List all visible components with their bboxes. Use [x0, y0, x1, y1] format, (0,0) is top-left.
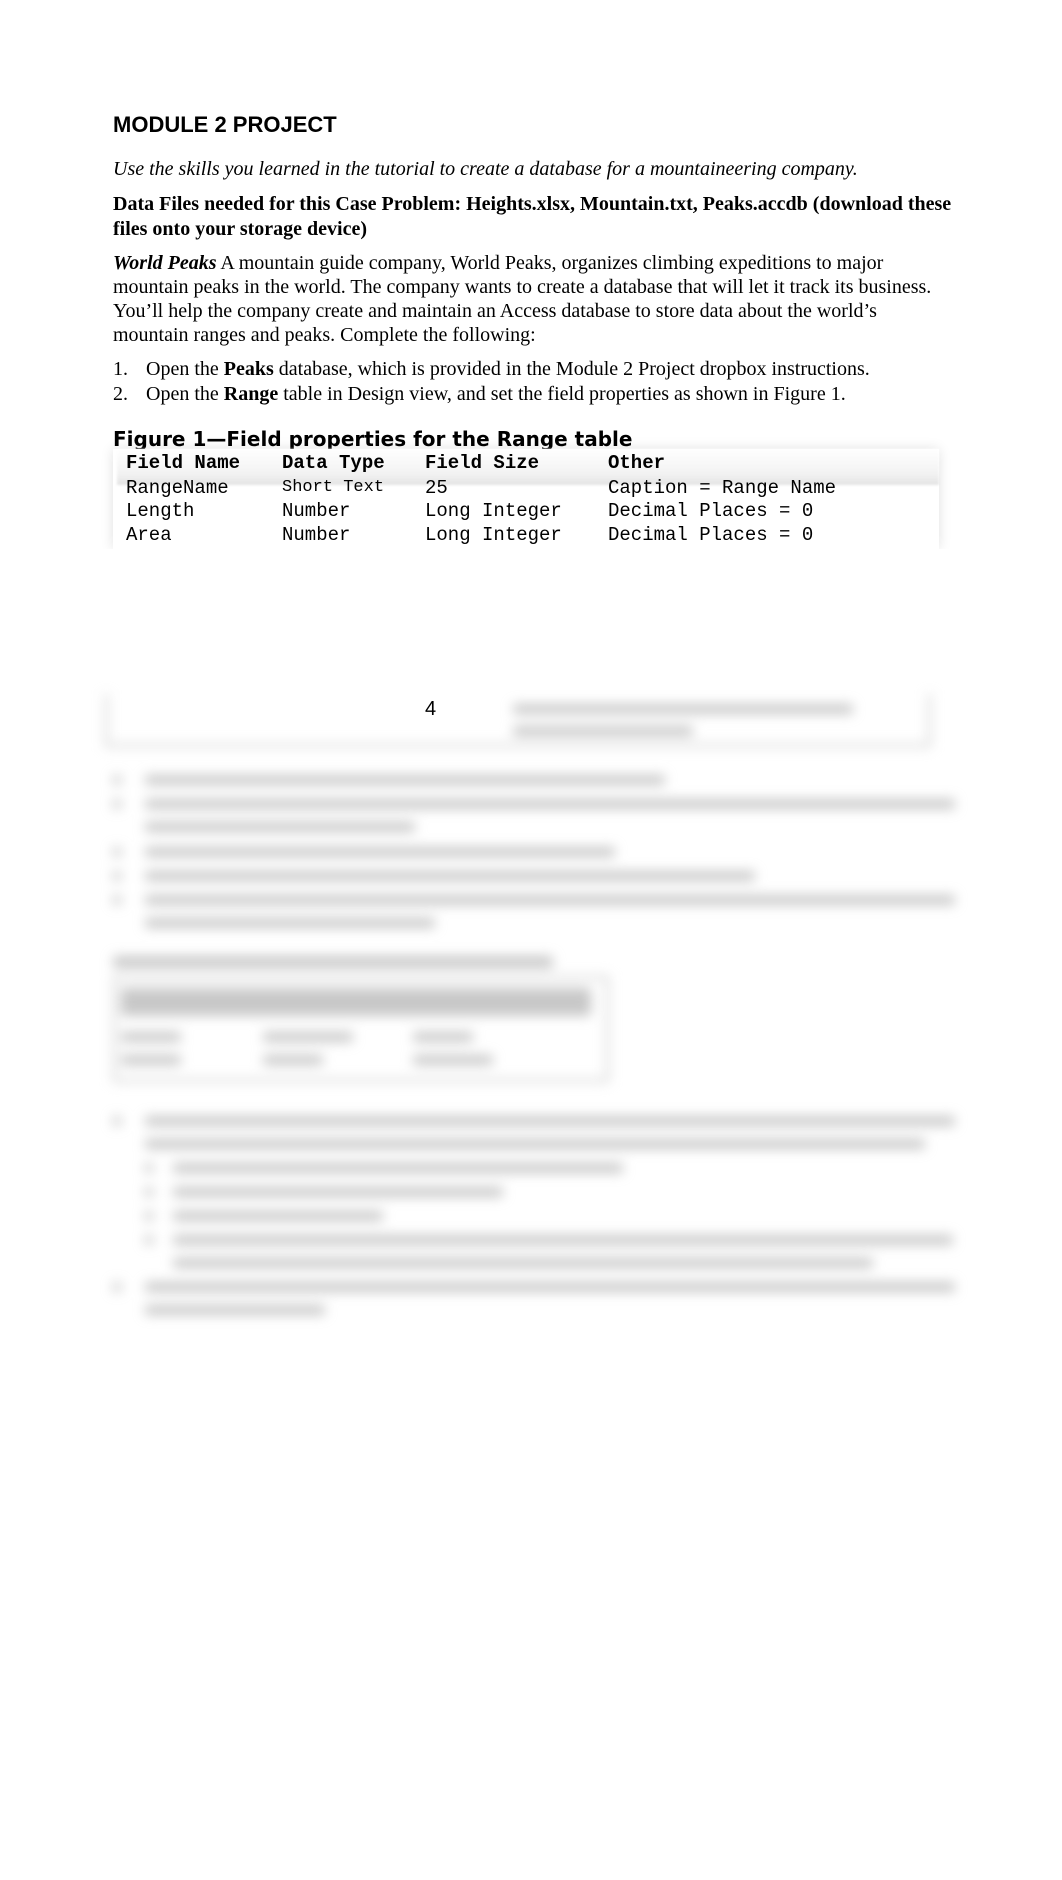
list-item: 2. Open the Range table in Design view, a…	[113, 383, 846, 405]
case-body: A mountain guide company, World Peaks, o…	[113, 252, 932, 346]
table-row: Length Number Long Integer Decimal Place…	[126, 500, 814, 523]
table-row: Area Number Long Integer Decimal Places …	[126, 523, 814, 546]
page-gap	[0, 549, 1062, 699]
table-row: RangeName Short Text 25 Caption = Range …	[126, 476, 837, 499]
data-files-note: Data Files needed for this Case Problem:…	[113, 193, 952, 240]
case-paragraph: World Peaks A mountain guide company, Wo…	[113, 251, 953, 347]
document-title: MODULE 2 PROJECT	[113, 112, 337, 137]
intro-text: Use the skills you learned in the tutori…	[113, 158, 858, 180]
case-lead: World Peaks	[113, 252, 217, 274]
table-header-row: Field Name Data Type Field Size Other	[126, 452, 666, 474]
blurred-preview-region	[105, 694, 963, 1338]
steps-list: 1. Open the Peaks database, which is prov…	[113, 357, 953, 407]
page-number: 4	[425, 698, 437, 720]
list-item: 1. Open the Peaks database, which is prov…	[113, 358, 870, 380]
figure-caption: Figure 1—Field properties for the Range …	[113, 427, 633, 451]
